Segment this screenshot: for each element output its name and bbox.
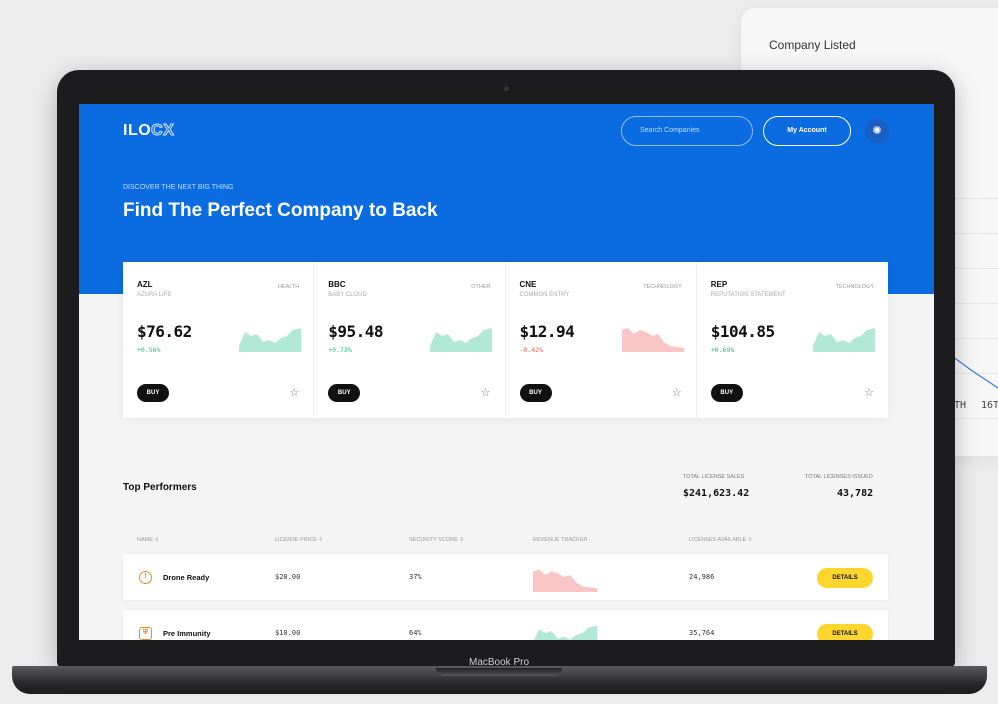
buy-button[interactable]: BUY [328, 384, 361, 402]
buy-button[interactable]: BUY [710, 384, 743, 402]
price-change: -0.42% [519, 346, 543, 354]
company-symbol: CNE [519, 280, 537, 289]
my-account-button[interactable]: My Account [763, 116, 851, 146]
row-price: $20.00 [275, 573, 301, 581]
company-name: REPUTATION STATEMENT [710, 292, 786, 298]
sun-icon[interactable]: ✺ [865, 119, 889, 143]
column-header-price[interactable]: LICENSE PRICE ⇳ [275, 537, 323, 543]
buy-button[interactable]: BUY [519, 384, 552, 402]
star-icon[interactable]: ☆ [289, 386, 299, 399]
column-header-available[interactable]: LICENSES AVAILABLE ⇳ [689, 537, 752, 543]
company-symbol: BBC [328, 280, 346, 289]
company-name: COMMON ENTRY [519, 292, 570, 298]
star-icon[interactable]: ☆ [672, 386, 682, 399]
drone-icon: ! [139, 571, 152, 584]
row-name: Pre Immunity [163, 629, 211, 638]
company-sector: TECHNOLOGY [643, 284, 682, 290]
company-symbol: AZL [137, 280, 153, 289]
table-header: NAME ⇳ LICENSE PRICE ⇳ SECURITY SCORE ⇳ … [123, 537, 888, 547]
price-change: +0.56% [137, 346, 161, 354]
price-sparkline [812, 320, 875, 352]
total-sales-label: TOTAL LICENSE SALES [683, 474, 745, 480]
axis-tick: 16T [981, 400, 998, 411]
company-sector: HEALTH [277, 284, 300, 290]
logo-primary: ILO [123, 122, 152, 139]
shield-icon: ⛨ [139, 627, 152, 640]
company-price: $76.62 [137, 322, 192, 341]
app-logo[interactable]: ILOCX [123, 122, 174, 140]
hero-eyebrow: DISCOVER THE NEXT BIG THING [123, 184, 234, 191]
price-change: +0.73% [328, 346, 352, 354]
table-row[interactable]: ⛨ Pre Immunity $10.00 64% 35,764 DETAILS [123, 610, 888, 640]
panel-title: Company Listed [769, 38, 856, 52]
company-cards: AZL AZURA LIFE HEALTH $76.62 +0.56% BUY … [123, 262, 888, 418]
company-name: BABY CLOUD [328, 292, 367, 298]
row-price: $10.00 [275, 629, 301, 637]
logo-secondary: CX [151, 122, 175, 140]
price-sparkline [239, 320, 301, 352]
star-icon[interactable]: ☆ [864, 386, 874, 399]
company-card[interactable]: REP REPUTATION STATEMENT TECHNOLOGY $104… [697, 262, 888, 418]
column-header-name[interactable]: NAME ⇳ [137, 537, 159, 543]
row-name: Drone Ready [163, 573, 210, 582]
axis-tick: TH [954, 400, 967, 411]
company-price: $104.85 [710, 322, 775, 341]
total-issued-label: TOTAL LICENSES ISSUED [805, 474, 873, 480]
revenue-sparkline [533, 562, 597, 592]
company-card[interactable]: BBC BABY CLOUD OTHER $95.48 +0.73% BUY ☆ [314, 262, 506, 418]
details-button[interactable]: DETAILS [817, 568, 873, 588]
row-available: 24,986 [689, 573, 715, 581]
details-button[interactable]: DETAILS [817, 624, 873, 640]
company-sector: TECHNOLOGY [835, 284, 874, 290]
company-card[interactable]: CNE COMMON ENTRY TECHNOLOGY $12.94 -0.42… [506, 262, 697, 418]
table-row[interactable]: ! Drone Ready $20.00 37% 24,986 DETAILS [123, 554, 888, 600]
section-title: Top Performers [123, 482, 197, 493]
buy-button[interactable]: BUY [137, 384, 169, 402]
row-available: 35,764 [689, 629, 715, 637]
app-screen: ILOCX Search Companies My Account ✺ DISC… [79, 104, 934, 640]
column-header-score[interactable]: SECURITY SCORE ⇳ [409, 537, 464, 543]
price-change: +0.69% [710, 346, 735, 354]
company-card[interactable]: AZL AZURA LIFE HEALTH $76.62 +0.56% BUY … [123, 262, 315, 418]
row-score: 37% [409, 573, 422, 581]
total-sales-value: $241,623.42 [683, 488, 750, 499]
row-score: 64% [409, 629, 422, 637]
company-price: $12.94 [519, 322, 575, 341]
camera-icon [504, 86, 509, 91]
total-issued-value: 43,782 [837, 488, 874, 499]
price-sparkline [430, 320, 493, 352]
search-input[interactable]: Search Companies [621, 116, 753, 146]
company-symbol: REP [710, 280, 728, 289]
price-sparkline [621, 320, 684, 352]
laptop-notch [436, 668, 562, 676]
star-icon[interactable]: ☆ [481, 386, 491, 399]
company-price: $95.48 [328, 322, 384, 341]
company-name: AZURA LIFE [137, 292, 172, 298]
column-header-revenue: REVENUE TRACKER [533, 537, 588, 543]
revenue-sparkline [533, 618, 597, 640]
company-sector: OTHER [471, 284, 491, 290]
page-title: Find The Perfect Company to Back [123, 200, 438, 221]
